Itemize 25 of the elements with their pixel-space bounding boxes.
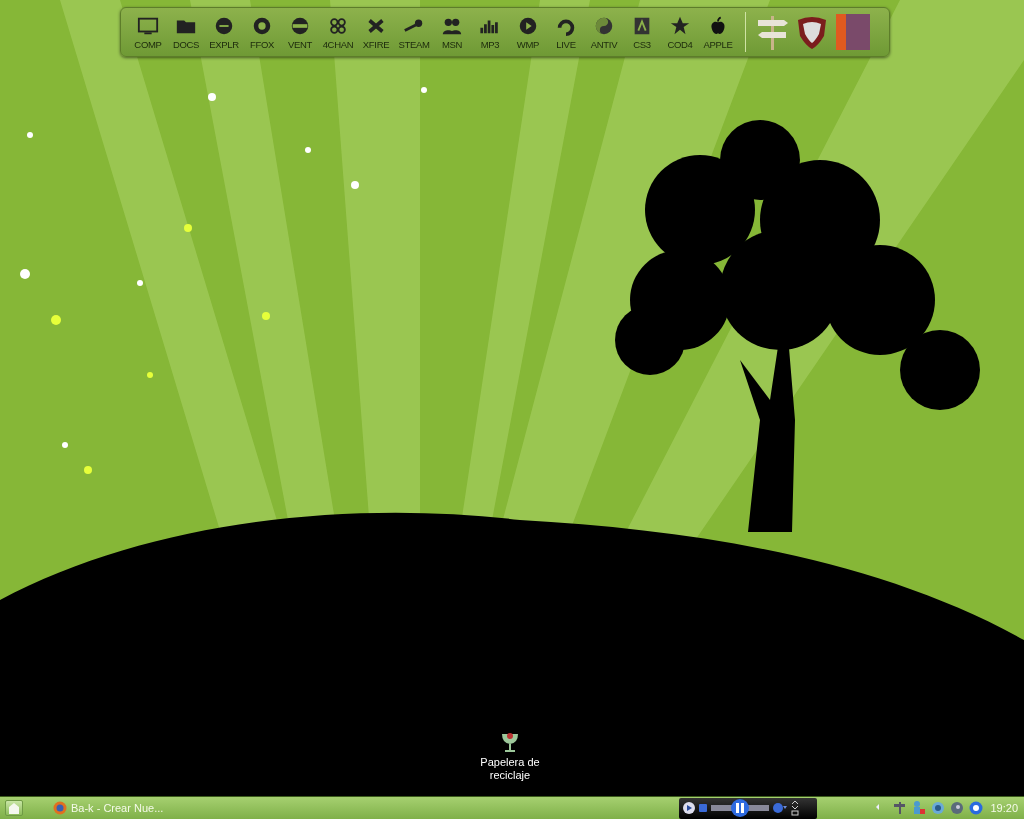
dock-item[interactable]: EXPLR (205, 14, 243, 50)
pause-icon[interactable] (711, 799, 770, 817)
play-icon[interactable] (683, 802, 696, 814)
stop-icon[interactable] (699, 804, 708, 812)
dock-item[interactable]: 4CHAN (319, 14, 357, 50)
dock-item[interactable]: ANTIV (585, 14, 623, 50)
dock-item[interactable]: FFOX (243, 14, 281, 50)
dock-item[interactable]: MSN (433, 14, 471, 50)
start-button[interactable] (5, 800, 23, 816)
dock-item[interactable]: CS3 (623, 14, 661, 50)
dock-item[interactable]: VENT (281, 14, 319, 50)
dock-item[interactable]: XFIRE (357, 14, 395, 50)
dock-item[interactable]: DOCS (167, 14, 205, 50)
dock-item[interactable]: APPLE (699, 14, 737, 50)
desktop-icon[interactable]: Papelera de reciclaje (470, 730, 550, 782)
dock-item[interactable]: MP3 (471, 14, 509, 50)
goblet-icon (499, 730, 521, 754)
home-icon (9, 802, 19, 814)
restore-icon[interactable] (791, 800, 800, 816)
dock-item[interactable]: COD4 (661, 14, 699, 50)
dock-item[interactable]: LIVE (547, 14, 585, 50)
dock-item[interactable]: COMP (129, 14, 167, 50)
person-icon[interactable] (911, 800, 928, 816)
dock-item[interactable]: STEAM (395, 14, 433, 50)
dock-item[interactable]: WMP (509, 14, 547, 50)
